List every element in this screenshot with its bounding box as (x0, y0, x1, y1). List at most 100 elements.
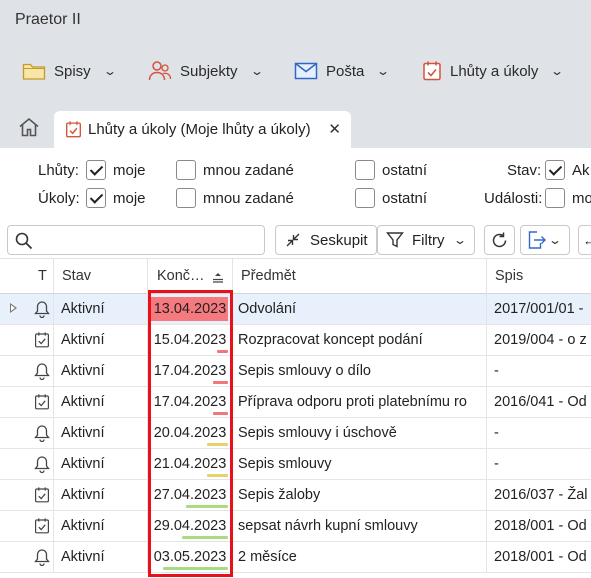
export-button[interactable]: ⌄ (520, 225, 570, 255)
udalosti-value: mo (572, 190, 591, 207)
column-header-konec[interactable]: Konč… (148, 259, 233, 294)
arrow-left-icon: ← (583, 232, 591, 248)
table-row[interactable]: Aktivní 17.04.2023 Sepis smlouvy o dílo - (0, 356, 591, 387)
ukoly-mnou-zadane-label: mnou zadané (203, 190, 294, 207)
row-date: 13.04.2023 (148, 294, 233, 324)
table-row-partial (0, 573, 591, 578)
row-date: 21.04.2023 (148, 449, 233, 479)
row-predmet: 2 měsíce (233, 542, 487, 572)
stav-value: Ak (572, 162, 590, 179)
table-row[interactable]: Aktivní 15.04.2023 Rozpracovat koncept pod… (0, 325, 591, 356)
row-type (29, 356, 54, 386)
menu-posta-label: Pošta (326, 62, 365, 80)
row-date: 27.04.2023 (148, 480, 233, 510)
row-expander[interactable] (0, 325, 29, 355)
deadline-bar (163, 567, 228, 570)
row-predmet: Příprava odporu proti platebnímu ro (233, 387, 487, 417)
deadline-bar (213, 412, 228, 415)
lhuty-ostatni-checkbox[interactable] (355, 160, 375, 180)
column-header-konec-label: Konč… (157, 268, 205, 284)
search-input[interactable] (7, 225, 265, 255)
task-check-icon (34, 332, 50, 353)
chevron-down-icon: ⌄ (452, 233, 467, 247)
table-row[interactable]: Aktivní 03.05.2023 2 měsíce 2018/001 - Od (0, 542, 591, 573)
group-button[interactable]: Seskupit (275, 225, 377, 255)
more-button[interactable]: ← (578, 225, 591, 255)
tab-bar: Lhůty a úkoly (Moje lhůty a úkoly) ✕ (0, 102, 591, 148)
bell-icon (34, 301, 50, 322)
expand-arrow-icon[interactable] (10, 303, 17, 313)
ukoly-label: Úkoly: (38, 190, 80, 207)
bell-icon (34, 549, 50, 570)
chevron-down-icon[interactable]: ⌄ (550, 64, 564, 78)
ukoly-mnou-zadane-checkbox[interactable] (176, 188, 196, 208)
row-expander[interactable] (0, 418, 29, 448)
column-header-spis[interactable]: Spis (487, 259, 591, 294)
table-row[interactable]: Aktivní 21.04.2023 Sepis smlouvy - (0, 449, 591, 480)
chevron-down-icon[interactable]: ⌄ (376, 64, 390, 78)
row-predmet: Sepis smlouvy i úschově (233, 418, 487, 448)
chevron-down-icon: ⌄ (547, 233, 563, 247)
udalosti-checkbox[interactable] (545, 188, 565, 208)
lhuty-moje-checkbox[interactable] (86, 160, 106, 180)
deadline-bar (213, 381, 228, 384)
menu-subjekty[interactable]: Subjekty ⌄ (148, 58, 264, 84)
column-header-predmet[interactable]: Předmět (233, 259, 487, 294)
export-icon (528, 231, 546, 249)
column-header-stav[interactable]: Stav (54, 259, 148, 294)
row-stav: Aktivní (54, 480, 148, 510)
ukoly-ostatni-label: ostatní (382, 190, 428, 207)
table-row[interactable]: Aktivní 29.04.2023 sepsat návrh kupní smlo… (0, 511, 591, 542)
row-date-text: 17.04.2023 (153, 394, 227, 410)
ukoly-moje-checkbox[interactable] (86, 188, 106, 208)
chevron-down-icon[interactable]: ⌄ (250, 64, 264, 78)
task-check-icon (34, 518, 50, 539)
tasks-grid: T Stav Konč… Předmět Spis Aktivní 13.04.2… (0, 258, 591, 578)
stav-checkbox[interactable] (545, 160, 565, 180)
collapse-arrows-icon (286, 233, 300, 247)
group-button-label: Seskupit (310, 231, 368, 249)
menu-lhuty-ukoly[interactable]: Lhůty a úkoly ⌄ (422, 58, 564, 84)
table-row[interactable]: Aktivní 17.04.2023 Příprava odporu proti p… (0, 387, 591, 418)
table-row[interactable]: Aktivní 27.04.2023 Sepis žaloby 2016/037 - … (0, 480, 591, 511)
row-spis: 2019/004 - o z (494, 332, 587, 348)
filter-button[interactable]: Filtry ⌄ (377, 225, 475, 255)
main-menu: Spisy ⌄ Subjekty ⌄ Pošta ⌄ Lhůty a úkoly… (0, 42, 591, 102)
row-expander[interactable] (0, 387, 29, 417)
ukoly-ostatni-checkbox[interactable] (355, 188, 375, 208)
close-icon[interactable]: ✕ (328, 120, 341, 138)
main-content: Lhůty: moje mnou zadané ostatní Stav: Ak… (0, 148, 591, 578)
row-type (29, 325, 54, 355)
lhuty-label: Lhůty: (38, 162, 79, 179)
table-row[interactable]: Aktivní 13.04.2023 Odvolání 2017/001/01 - (0, 294, 591, 325)
row-date: 29.04.2023 (148, 511, 233, 541)
column-header-type[interactable]: T (29, 259, 54, 294)
row-expander[interactable] (0, 356, 29, 386)
table-row[interactable]: Aktivní 20.04.2023 Sepis smlouvy i úschově… (0, 418, 591, 449)
deadline-bar (207, 443, 228, 446)
menu-spisy[interactable]: Spisy ⌄ (22, 58, 117, 84)
row-date: 17.04.2023 (148, 356, 233, 386)
tab-label: Lhůty a úkoly (Moje lhůty a úkoly) (88, 121, 311, 138)
lhuty-mnou-zadane-checkbox[interactable] (176, 160, 196, 180)
tab-lhuty-ukoly[interactable]: Lhůty a úkoly (Moje lhůty a úkoly) ✕ (54, 111, 351, 148)
row-expander[interactable] (0, 449, 29, 479)
lhuty-mnou-zadane-label: mnou zadané (203, 162, 294, 179)
row-date-text: 13.04.2023 (153, 301, 227, 317)
menu-posta[interactable]: Pošta ⌄ (294, 58, 390, 84)
menu-lhuty-label: Lhůty a úkoly (450, 62, 539, 80)
chevron-down-icon[interactable]: ⌄ (103, 64, 117, 78)
udalosti-label: Události: (484, 190, 543, 207)
row-stav: Aktivní (54, 449, 148, 479)
row-spis: 2016/041 - Od (494, 394, 587, 410)
row-date-text: 15.04.2023 (153, 332, 227, 348)
bell-icon (34, 425, 50, 446)
row-expander[interactable] (0, 511, 29, 541)
home-icon[interactable] (18, 117, 40, 137)
row-expander[interactable] (0, 542, 29, 572)
row-predmet: Sepis smlouvy o dílo (233, 356, 487, 386)
row-type (29, 542, 54, 572)
row-expander[interactable] (0, 294, 29, 324)
refresh-button[interactable] (484, 225, 515, 255)
row-expander[interactable] (0, 480, 29, 510)
